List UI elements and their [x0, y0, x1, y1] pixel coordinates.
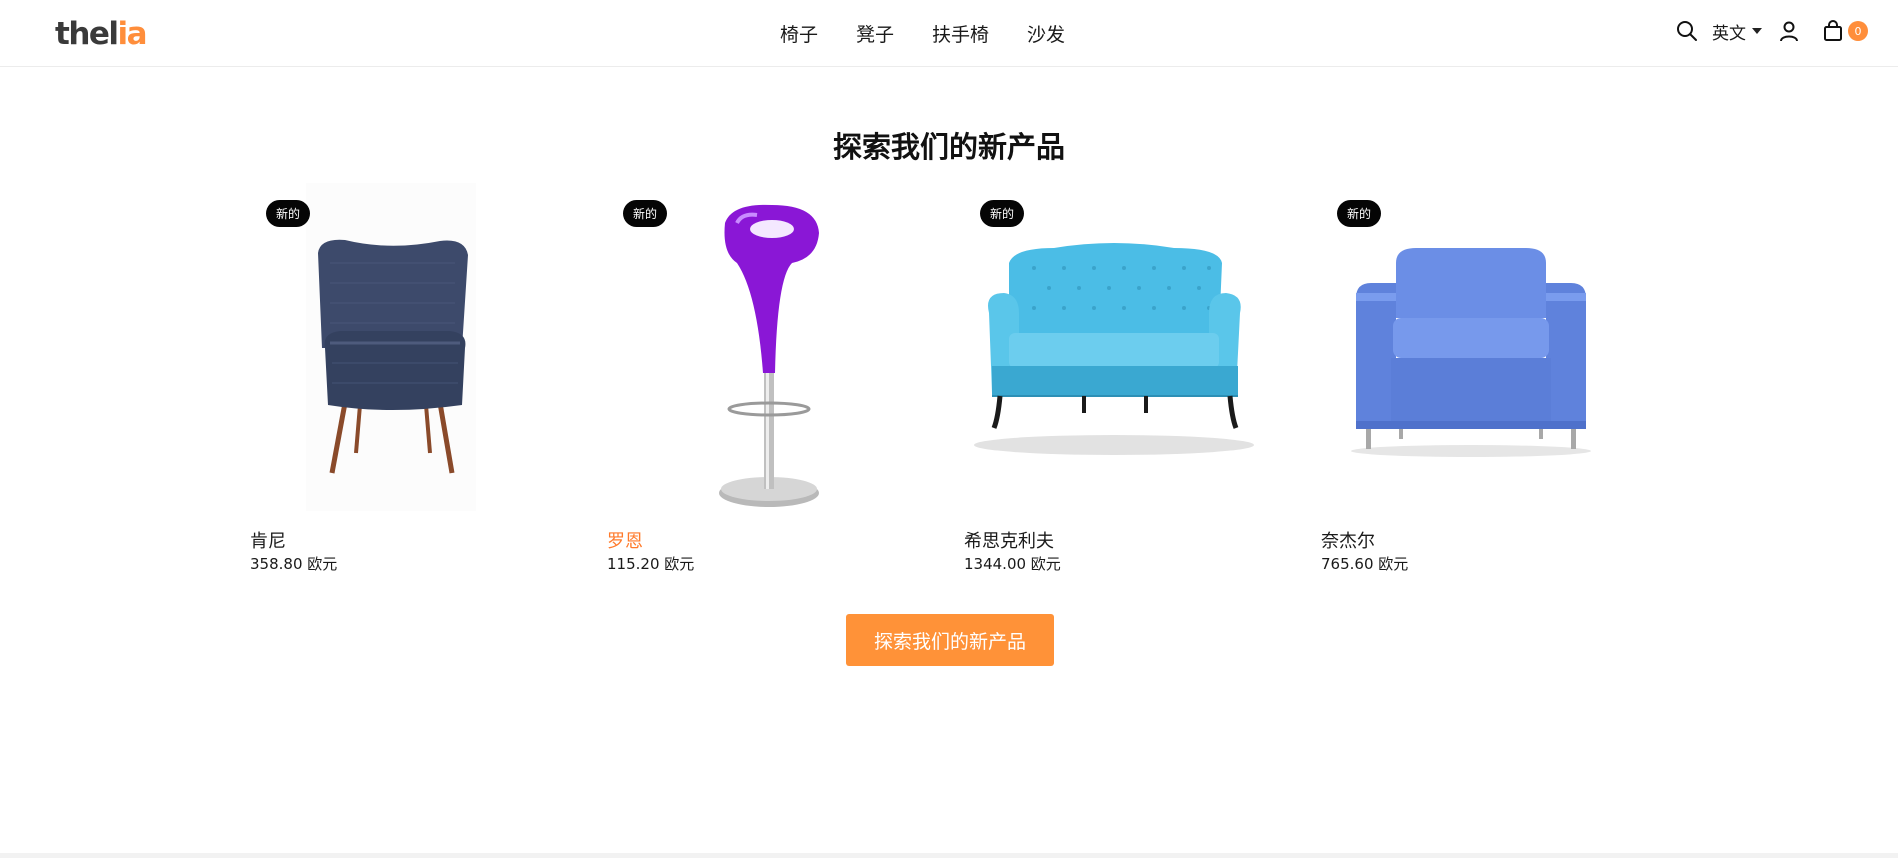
chevron-down-icon	[1752, 28, 1762, 34]
cart-button[interactable]: 0	[1820, 18, 1868, 44]
product-image-ron[interactable]	[607, 183, 907, 511]
product-image-kenny[interactable]	[250, 183, 550, 511]
nav-item-stools[interactable]: 凳子	[856, 20, 894, 47]
product-name[interactable]: 希思克利夫	[964, 527, 1054, 553]
product-name[interactable]: 罗恩	[607, 527, 643, 553]
product-price: 1344.00 欧元	[964, 555, 1061, 573]
product-name[interactable]: 奈杰尔	[1321, 527, 1375, 553]
product-image-nigel[interactable]	[1321, 183, 1621, 511]
site-header: thelia 椅子 凳子 扶手椅 沙发 英文 0	[0, 0, 1898, 67]
cart-count-badge: 0	[1848, 21, 1868, 41]
new-badge: 新的	[266, 200, 311, 227]
product-name[interactable]: 肯尼	[250, 527, 286, 553]
logo-text-main: thel	[55, 16, 119, 52]
main-nav: 椅子 凳子 扶手椅 沙发	[780, 20, 1065, 47]
search-icon[interactable]	[1674, 18, 1700, 44]
nav-item-armchairs[interactable]: 扶手椅	[932, 20, 989, 47]
header-tools: 英文 0	[1674, 18, 1868, 44]
new-badge: 新的	[1337, 200, 1382, 227]
footer-divider	[0, 853, 1898, 858]
nav-item-chairs[interactable]: 椅子	[780, 20, 818, 47]
product-price: 358.80 欧元	[250, 555, 338, 573]
shopping-bag-icon	[1820, 18, 1846, 44]
nav-item-sofas[interactable]: 沙发	[1027, 20, 1065, 47]
logo-text-accent: ia	[117, 16, 148, 52]
language-selector[interactable]: 英文	[1712, 19, 1762, 44]
explore-new-products-button[interactable]: 探索我们的新产品	[846, 614, 1054, 666]
new-badge: 新的	[623, 200, 668, 227]
section-title: 探索我们的新产品	[832, 130, 1065, 164]
product-price: 115.20 欧元	[607, 555, 695, 573]
product-image-heathcliff[interactable]	[964, 183, 1264, 511]
thelia-logo[interactable]: thelia	[55, 16, 148, 52]
product-price: 765.60 欧元	[1321, 555, 1409, 573]
user-icon[interactable]	[1776, 18, 1802, 44]
language-label: 英文	[1712, 23, 1746, 44]
new-badge: 新的	[980, 200, 1025, 227]
